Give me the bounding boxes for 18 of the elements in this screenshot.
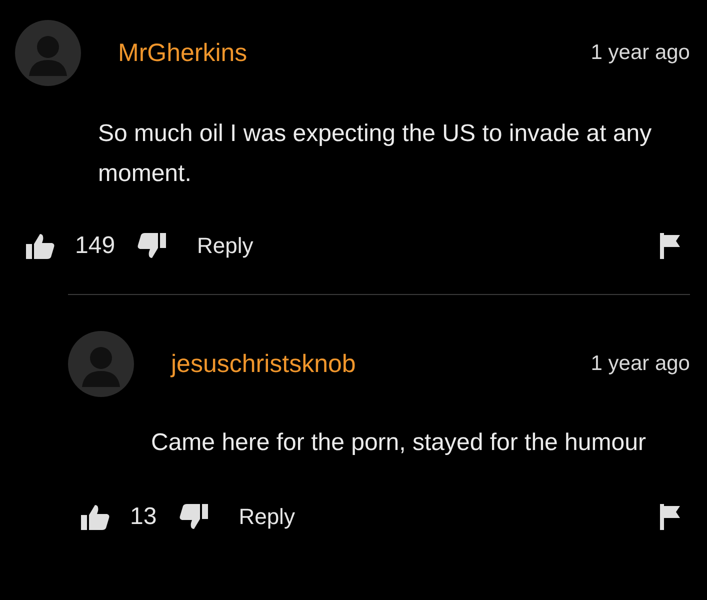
flag-icon[interactable] bbox=[658, 233, 682, 259]
thumbs-down-icon[interactable] bbox=[137, 232, 168, 260]
comment-text: Came here for the porn, stayed for the humour bbox=[151, 428, 647, 458]
timestamp: 1 year ago bbox=[590, 41, 690, 65]
username[interactable]: MrGherkins bbox=[118, 38, 248, 68]
reply-button[interactable]: Reply bbox=[197, 233, 254, 259]
like-count: 13 bbox=[130, 503, 157, 531]
timestamp: 1 year ago bbox=[590, 352, 690, 376]
thumbs-up-icon[interactable] bbox=[25, 232, 55, 260]
avatar-icon bbox=[15, 20, 81, 86]
like-count: 149 bbox=[75, 232, 116, 260]
thumbs-down-icon[interactable] bbox=[178, 503, 209, 531]
comment-text: So much oil I was expecting the US to invade at any moment. bbox=[98, 119, 653, 189]
avatar-icon bbox=[68, 331, 134, 397]
username[interactable]: jesuschristsknob bbox=[171, 350, 356, 378]
thumbs-up-icon[interactable] bbox=[80, 503, 110, 531]
reply-button[interactable]: Reply bbox=[238, 504, 295, 530]
flag-icon[interactable] bbox=[658, 504, 682, 530]
